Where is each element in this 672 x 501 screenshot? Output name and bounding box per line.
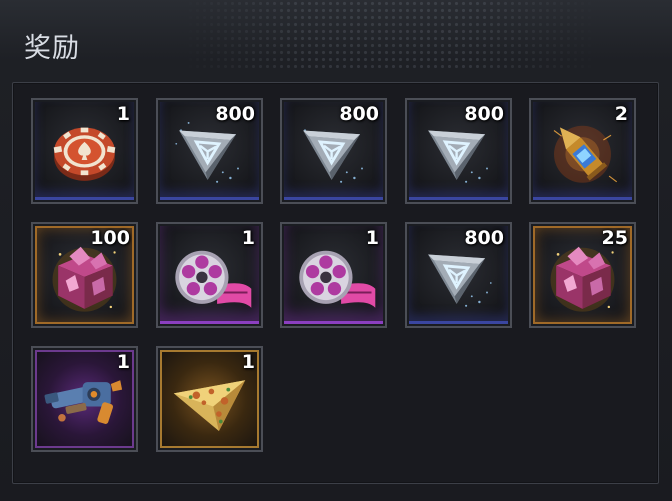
reward-quantity: 25 [601, 227, 628, 249]
reward-quantity: 2 [614, 103, 628, 125]
reward-slot-12[interactable]: 1 [156, 346, 263, 452]
reward-slot-5[interactable]: 2 [529, 98, 636, 204]
reward-slot-11[interactable]: 1 [31, 346, 138, 452]
reward-slot-9[interactable]: 800 [405, 222, 512, 328]
reward-quantity: 800 [464, 227, 504, 249]
reward-quantity: 800 [339, 103, 379, 125]
panel-title: 奖励 [24, 33, 80, 64]
reward-slot-1[interactable]: 1 [31, 98, 138, 204]
reward-slot-4[interactable]: 800 [405, 98, 512, 204]
reward-slot-7[interactable]: 1 [156, 222, 263, 328]
reward-slot-8[interactable]: 1 [280, 222, 387, 328]
reward-quantity: 1 [116, 103, 130, 125]
reward-quantity: 1 [365, 227, 379, 249]
reward-quantity: 1 [241, 351, 255, 373]
reward-quantity: 100 [90, 227, 130, 249]
reward-quantity: 1 [116, 351, 130, 373]
reward-slot-6[interactable]: 100 [31, 222, 138, 328]
reward-slot-3[interactable]: 800 [280, 98, 387, 204]
reward-slot-10[interactable]: 25 [529, 222, 636, 328]
rewards-panel: 奖励 1 800 800 800 2 100 1 1 800 25 1 1 [0, 0, 672, 501]
reward-quantity: 800 [464, 103, 504, 125]
reward-slot-2[interactable]: 800 [156, 98, 263, 204]
header-pattern [180, 0, 600, 70]
reward-quantity: 1 [241, 227, 255, 249]
reward-quantity: 800 [215, 103, 255, 125]
reward-grid: 1 800 800 800 2 100 1 1 800 25 1 1 [12, 82, 659, 484]
